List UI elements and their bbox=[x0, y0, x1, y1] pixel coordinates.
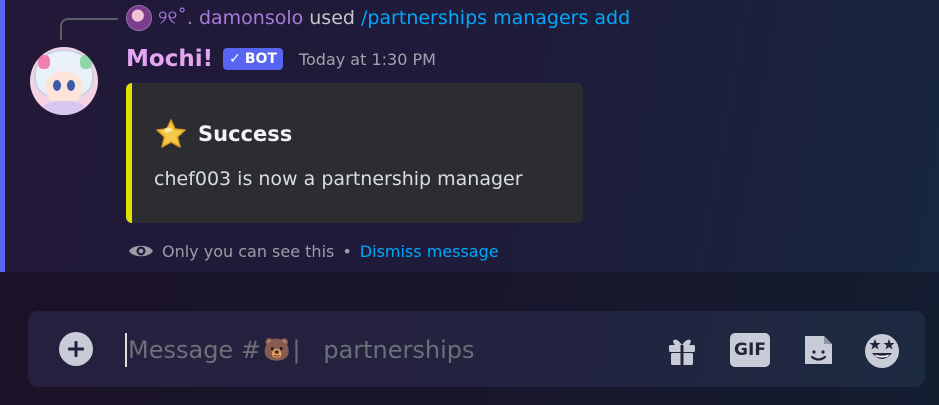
message-header: Mochi! ✓ BOT Today at 1:30 PM bbox=[126, 43, 436, 75]
reply-avatar[interactable] bbox=[126, 5, 152, 31]
embed-description: chef003 is now a partnership manager bbox=[154, 168, 523, 190]
message-composer[interactable]: Message # 🐻 | partnerships GIF bbox=[28, 311, 925, 387]
bot-badge-label: BOT bbox=[244, 51, 277, 67]
reply-command[interactable]: /partnerships managers add bbox=[361, 7, 630, 29]
ephemeral-note: Only you can see this bbox=[162, 241, 335, 261]
placeholder-divider: | bbox=[292, 336, 301, 364]
reply-used-text: used bbox=[309, 7, 355, 29]
embed-accent-bar bbox=[126, 83, 132, 223]
dismiss-message-link[interactable]: Dismiss message bbox=[360, 242, 499, 261]
bot-badge: ✓ BOT bbox=[223, 48, 283, 70]
placeholder-channel: partnerships bbox=[323, 336, 475, 364]
embed-title: Success bbox=[198, 122, 293, 146]
emoji-icon[interactable] bbox=[862, 330, 902, 370]
plus-icon[interactable] bbox=[59, 332, 93, 366]
gif-icon[interactable]: GIF bbox=[730, 330, 770, 370]
star-icon bbox=[154, 117, 188, 151]
gif-label: GIF bbox=[730, 333, 770, 367]
embed-title-row: Success bbox=[154, 117, 292, 151]
avatar[interactable] bbox=[30, 47, 98, 115]
sticker-icon[interactable] bbox=[798, 330, 838, 370]
author-name[interactable]: Mochi! bbox=[126, 46, 213, 72]
ephemeral-separator: • bbox=[342, 241, 352, 261]
ephemeral-highlight-bar bbox=[0, 0, 5, 272]
message-input[interactable]: Message # 🐻 | partnerships bbox=[128, 333, 475, 367]
checkmark-icon: ✓ bbox=[229, 51, 241, 67]
text-caret bbox=[125, 333, 127, 367]
gift-icon[interactable] bbox=[662, 330, 702, 370]
reply-connector-line bbox=[60, 18, 118, 40]
eye-icon bbox=[128, 242, 154, 260]
bear-emoji-icon: 🐻 bbox=[262, 337, 291, 363]
reply-username[interactable]: ୨୧˚. damonsolo bbox=[158, 7, 303, 29]
placeholder-prefix: Message # bbox=[128, 336, 261, 364]
embed-card: Success chef003 is now a partnership man… bbox=[126, 83, 583, 223]
message-timestamp[interactable]: Today at 1:30 PM bbox=[299, 50, 436, 69]
ephemeral-notice: Only you can see this • Dismiss message bbox=[128, 238, 499, 264]
reply-reference[interactable]: ୨୧˚. damonsolo used /partnerships manage… bbox=[126, 5, 630, 31]
